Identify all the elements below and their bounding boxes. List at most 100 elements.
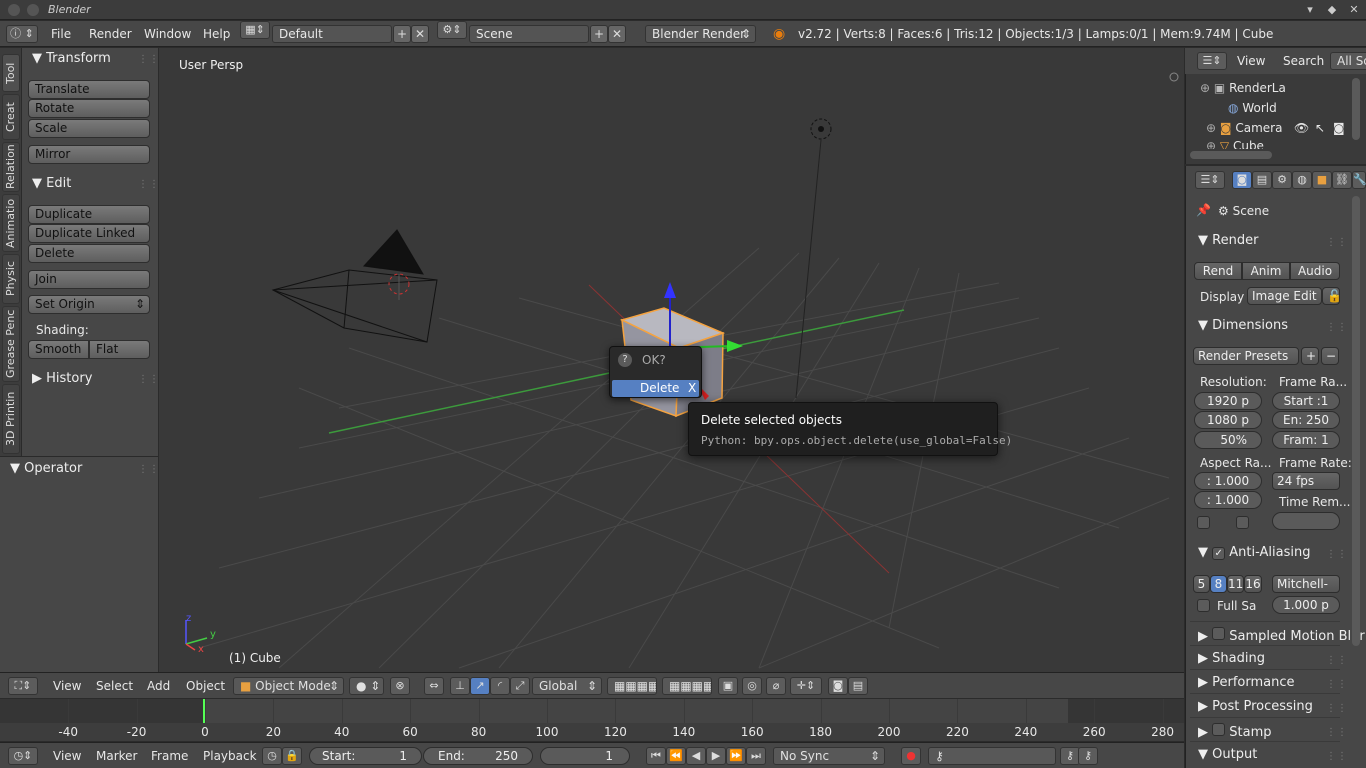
drag-handle-icon[interactable]: ⋮⋮ <box>1326 322 1348 333</box>
outliner-vscroll[interactable] <box>1352 78 1360 140</box>
output-panel-header[interactable]: ▼ Output <box>1198 747 1257 762</box>
editor-type-3dview-icon[interactable]: ⛶⇕ <box>8 677 38 695</box>
join-button[interactable]: Join <box>28 270 150 289</box>
screen-layout-field[interactable]: Default <box>272 25 392 43</box>
tab-create[interactable]: Creat <box>2 94 20 140</box>
mode-select[interactable]: ■ Object Mode ⇕ <box>233 677 344 695</box>
resolution-x-field[interactable]: 1920 p <box>1194 392 1262 410</box>
camera[interactable] <box>271 229 438 343</box>
jump-end-icon[interactable]: ⏭ <box>746 747 766 765</box>
jump-start-icon[interactable]: ⏮ <box>646 747 666 765</box>
drag-handle-icon[interactable]: ⋮⋮ <box>1326 751 1348 762</box>
play-icon[interactable]: ▶ <box>706 747 726 765</box>
motion-blur-panel-header[interactable]: ▶ Sampled Motion Blur <box>1198 627 1365 644</box>
drag-handle-icon[interactable]: ⋮⋮ <box>1326 237 1348 248</box>
current-frame-field[interactable]: 1 <box>540 747 630 765</box>
crop-checkbox[interactable] <box>1236 516 1249 529</box>
scene-icon[interactable]: ⚙⇕ <box>437 21 467 39</box>
menu-help[interactable]: Help <box>203 27 230 41</box>
remove-preset-button[interactable]: − <box>1321 347 1339 365</box>
aa-samples-8[interactable]: 8 <box>1210 575 1227 593</box>
remove-scene-button[interactable]: ✕ <box>608 25 626 43</box>
full-sample-checkbox[interactable] <box>1197 599 1210 612</box>
menu-file[interactable]: File <box>51 27 71 41</box>
manipulator-toggle-icon[interactable]: ⊥ <box>450 677 470 695</box>
close-icon[interactable]: ✕ <box>1346 2 1362 18</box>
drag-handle-icon[interactable]: ⋮⋮ <box>1326 655 1348 666</box>
keying-set-field[interactable]: ⚷ <box>928 747 1056 765</box>
add-menu[interactable]: Add <box>147 679 170 693</box>
rotate-button[interactable]: Rotate <box>28 99 150 118</box>
stamp-panel-header[interactable]: ▶ Stamp <box>1198 723 1272 740</box>
stamp-checkbox[interactable] <box>1212 723 1226 736</box>
object-menu[interactable]: Object <box>186 679 225 693</box>
record-icon[interactable]: ● <box>901 747 921 765</box>
window-pin-icon[interactable] <box>27 4 39 16</box>
editor-type-timeline-icon[interactable]: ◷⇕ <box>8 747 38 765</box>
delete-button[interactable]: Delete <box>28 244 150 263</box>
visibility-icon[interactable]: 👁 <box>1294 121 1309 135</box>
outliner-view-menu[interactable]: View <box>1237 54 1265 68</box>
aa-samples-16[interactable]: 16 <box>1244 575 1262 593</box>
window-menu-icon[interactable] <box>8 4 20 16</box>
selectable-icon[interactable]: ↖ <box>1315 121 1325 135</box>
render-button[interactable]: Rend <box>1194 262 1242 280</box>
drag-handle-icon[interactable]: ⋮⋮ <box>138 464 160 475</box>
aa-samples-5[interactable]: 5 <box>1193 575 1210 593</box>
render-tab-icon[interactable]: ◙ <box>1232 171 1252 189</box>
render-engine-select[interactable]: Blender Render ⇕ <box>645 25 756 43</box>
proportional-edit-icon[interactable]: ◎ <box>742 677 762 695</box>
orientation-select[interactable]: Global ⇕ <box>532 677 602 695</box>
frame-start-field[interactable]: Start :1 <box>1272 392 1340 410</box>
post-processing-panel-header[interactable]: ▶ Post Processing <box>1198 699 1313 714</box>
transform-widget-icon[interactable]: ⇔ <box>424 677 444 695</box>
snap-element-icon[interactable]: ✛⇕ <box>790 677 822 695</box>
drag-handle-icon[interactable]: ⋮⋮ <box>1326 549 1348 560</box>
menu-window[interactable]: Window <box>144 27 191 41</box>
lock-layers-icon[interactable]: ▣ <box>718 677 738 695</box>
render-audio-button[interactable]: Audio <box>1290 262 1340 280</box>
viewport-corner-icon[interactable] <box>1169 72 1179 82</box>
flat-button[interactable]: Flat <box>89 340 150 359</box>
shading-panel-header[interactable]: ▶ Shading <box>1198 651 1265 666</box>
preview-range-icon[interactable]: ◷ <box>262 747 282 765</box>
drag-handle-icon[interactable]: ⋮⋮ <box>138 374 160 385</box>
render-layers-tab-icon[interactable]: ▤ <box>1252 171 1272 189</box>
scale-manipulator-icon[interactable]: ⤢ <box>510 677 530 695</box>
resolution-y-field[interactable]: 1080 p <box>1194 411 1262 429</box>
frame-end-field[interactable]: En: 250 <box>1272 411 1340 429</box>
display-select[interactable]: Image Edit <box>1247 287 1322 305</box>
minimize-icon[interactable]: ▾ <box>1302 2 1318 18</box>
tab-animation[interactable]: Animatio <box>2 194 20 252</box>
lock-range-icon[interactable]: 🔒 <box>282 747 302 765</box>
editor-type-info-icon[interactable]: ⓘ ⇕ <box>6 25 38 43</box>
pivot-point-icon[interactable]: ⊗ <box>390 677 410 695</box>
opengl-render-icon[interactable]: ◙ <box>828 677 848 695</box>
tab-physics[interactable]: Physic <box>2 254 20 304</box>
drag-handle-icon[interactable]: ⋮⋮ <box>138 54 160 65</box>
translate-manipulator-icon[interactable]: ↗ <box>470 677 490 695</box>
play-reverse-icon[interactable]: ◀ <box>686 747 706 765</box>
start-frame-field[interactable]: Start: 1 <box>309 747 422 765</box>
editor-type-outliner-icon[interactable]: ☰⇕ <box>1197 52 1227 70</box>
view-menu[interactable]: View <box>53 679 81 693</box>
rotate-manipulator-icon[interactable]: ◜ <box>490 677 510 695</box>
timeline-view-menu[interactable]: View <box>53 749 81 763</box>
prev-keyframe-icon[interactable]: ⏪ <box>666 747 686 765</box>
aa-filter-select[interactable]: Mitchell- <box>1272 575 1340 593</box>
frame-rate-select[interactable]: 24 fps <box>1272 472 1340 490</box>
pin-icon[interactable]: 📌 <box>1196 203 1211 217</box>
viewport-shading-select[interactable]: ● ⇕ <box>349 677 384 695</box>
scale-button[interactable]: Scale <box>28 119 150 138</box>
timeline-frame-menu[interactable]: Frame <box>151 749 188 763</box>
smooth-button[interactable]: Smooth <box>28 340 89 359</box>
layers-group-2[interactable]: ▦▦▦▦ <box>662 677 712 695</box>
world-tab-icon[interactable]: ◍ <box>1292 171 1312 189</box>
anti-aliasing-checkbox[interactable]: ✓ <box>1212 547 1226 560</box>
display-mode-select[interactable]: All Sce <box>1330 52 1366 70</box>
layers-group-1[interactable]: ▦▦▦▦ <box>607 677 657 695</box>
next-keyframe-icon[interactable]: ⏩ <box>726 747 746 765</box>
manipulator-z-arrow[interactable] <box>664 282 676 298</box>
motion-blur-checkbox[interactable] <box>1212 627 1226 640</box>
operator-panel-header[interactable]: ▼ Operator <box>10 461 82 476</box>
